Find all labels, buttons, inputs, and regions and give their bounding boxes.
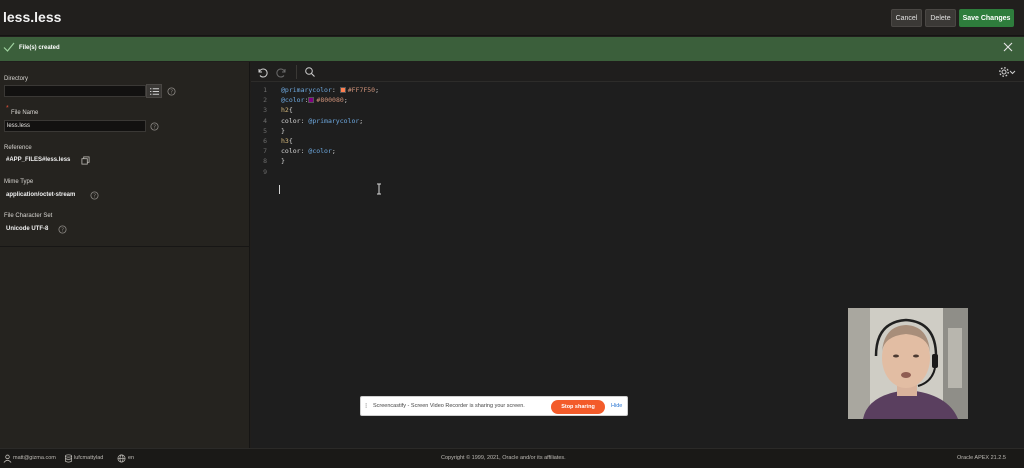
screen-sharing-bar: ⁞ Screencastify - Screen Video Recorder … bbox=[360, 396, 628, 416]
ibeam-cursor-icon bbox=[377, 183, 381, 195]
code-text: h2{ bbox=[281, 106, 293, 115]
help-icon[interactable]: ? bbox=[90, 191, 99, 200]
line-number: 1 bbox=[263, 86, 267, 94]
help-icon[interactable]: ? bbox=[58, 225, 67, 234]
line-number: 8 bbox=[263, 157, 267, 166]
footer-workspace[interactable]: lufcmattylad bbox=[74, 455, 103, 461]
search-icon[interactable] bbox=[304, 66, 316, 78]
footer: matt@gizma.com lufcmattylad en Copyright… bbox=[0, 448, 1024, 468]
hide-link[interactable]: Hide bbox=[611, 403, 622, 409]
footer-user[interactable]: matt@gizma.com bbox=[13, 455, 56, 461]
directory-picker-button[interactable] bbox=[146, 84, 162, 98]
webcam-video bbox=[848, 308, 968, 419]
delete-button[interactable]: Delete bbox=[925, 9, 956, 27]
reference-value: #APP_FILES#less.less bbox=[6, 157, 71, 163]
code-line[interactable]: 7 color: @color; bbox=[251, 146, 1024, 156]
svg-text:?: ? bbox=[170, 89, 173, 95]
code-text: @color: #800080; bbox=[281, 96, 348, 105]
code-line[interactable]: 1 @primarycolor: #FF7F50; bbox=[251, 85, 1024, 95]
webcam-overlay bbox=[848, 308, 968, 419]
charset-value: Unicode UTF-8 bbox=[6, 226, 49, 232]
line-number: 7 bbox=[263, 147, 267, 156]
code-text: color: @primarycolor; bbox=[281, 116, 364, 125]
code-line[interactable]: 8} bbox=[251, 156, 1024, 166]
color-swatch-icon bbox=[308, 96, 315, 103]
code-line[interactable]: 9 bbox=[251, 167, 1024, 177]
line-number: 9 bbox=[263, 167, 267, 176]
file-properties-panel: Directory ? * File Name less.less ? Refe… bbox=[0, 62, 250, 448]
line-number: 3 bbox=[263, 106, 267, 115]
copy-icon[interactable] bbox=[81, 156, 90, 165]
code-text: } bbox=[281, 126, 285, 135]
app-header: less.less Cancel Delete Save Changes bbox=[0, 0, 1024, 36]
code-line[interactable]: 2 @color: #800080; bbox=[251, 95, 1024, 105]
help-icon[interactable]: ? bbox=[167, 87, 176, 96]
user-icon bbox=[3, 454, 12, 463]
success-banner: File(s) created bbox=[0, 37, 1024, 61]
close-icon[interactable] bbox=[1003, 42, 1013, 52]
workspace-icon bbox=[64, 454, 73, 463]
code-text: color: @color; bbox=[281, 147, 336, 156]
text-cursor bbox=[279, 185, 280, 194]
toolbar-separator bbox=[296, 65, 297, 79]
directory-label: Directory bbox=[4, 76, 29, 82]
line-number: 5 bbox=[263, 126, 267, 135]
svg-text:?: ? bbox=[153, 124, 156, 130]
file-name-input[interactable]: less.less bbox=[4, 120, 146, 132]
code-line[interactable]: 4 color: @primarycolor; bbox=[251, 116, 1024, 126]
editor-toolbar bbox=[251, 62, 1024, 82]
svg-text:?: ? bbox=[93, 193, 96, 199]
file-name-label: File Name bbox=[11, 110, 39, 116]
globe-icon bbox=[117, 454, 126, 463]
mime-type-value: application/octet-stream bbox=[6, 192, 76, 198]
banner-message: File(s) created bbox=[19, 45, 60, 51]
check-icon bbox=[3, 42, 15, 52]
svg-text:?: ? bbox=[61, 227, 64, 233]
undo-icon[interactable] bbox=[256, 66, 268, 78]
code-text: @primarycolor: #FF7F50; bbox=[281, 86, 380, 94]
help-icon[interactable]: ? bbox=[150, 122, 159, 131]
code-text: } bbox=[281, 157, 285, 166]
sharing-message: Screencastify - Screen Video Recorder is… bbox=[373, 403, 525, 409]
code-line[interactable]: 5} bbox=[251, 126, 1024, 136]
chevron-down-icon[interactable] bbox=[1009, 66, 1016, 78]
list-icon bbox=[150, 88, 159, 95]
code-line[interactable]: 3 h2{ bbox=[251, 105, 1024, 115]
charset-label: File Character Set bbox=[4, 213, 53, 219]
code-text: h3{ bbox=[281, 137, 293, 145]
directory-input[interactable] bbox=[4, 85, 146, 97]
drag-handle-icon[interactable]: ⁞ bbox=[365, 402, 367, 410]
reference-label: Reference bbox=[4, 145, 32, 151]
stop-sharing-button[interactable]: Stop sharing bbox=[551, 400, 605, 414]
save-changes-button[interactable]: Save Changes bbox=[959, 9, 1014, 27]
line-number: 6 bbox=[263, 137, 267, 145]
mime-type-label: Mime Type bbox=[4, 179, 34, 185]
line-number: 4 bbox=[263, 116, 267, 125]
cancel-button[interactable]: Cancel bbox=[891, 9, 922, 27]
line-number: 2 bbox=[263, 96, 267, 105]
footer-version: Oracle APEX 21.2.5 bbox=[957, 455, 1006, 461]
page-title: less.less bbox=[3, 9, 62, 25]
color-swatch-icon bbox=[339, 86, 346, 93]
footer-copyright: Copyright © 1999, 2021, Oracle and/or it… bbox=[441, 455, 566, 461]
redo-icon[interactable] bbox=[276, 66, 288, 78]
code-line[interactable]: 6 h3{ bbox=[251, 136, 1024, 146]
required-marker: * bbox=[6, 105, 9, 112]
footer-language[interactable]: en bbox=[128, 455, 134, 461]
panel-divider bbox=[0, 246, 250, 247]
